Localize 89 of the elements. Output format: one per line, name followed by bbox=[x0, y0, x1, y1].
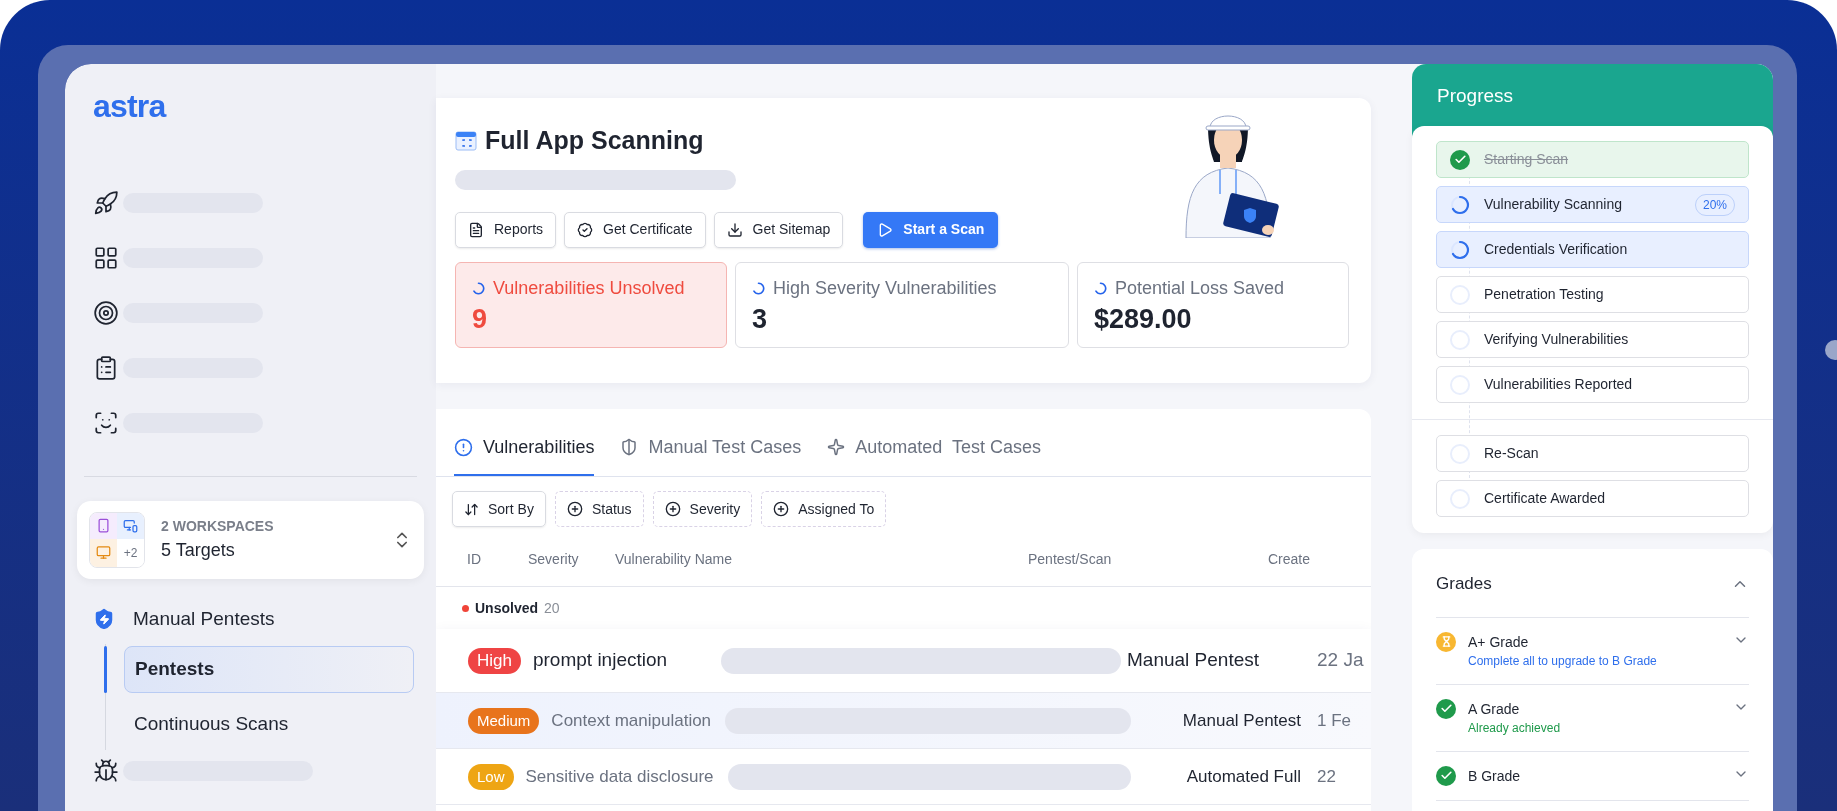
column-header: Pentest/Scan bbox=[1028, 550, 1113, 569]
page-title: Full App Scanning bbox=[485, 125, 704, 156]
panel-title: Progress bbox=[1437, 85, 1514, 106]
grade-item[interactable]: A Grade Already achieved bbox=[1436, 684, 1749, 752]
severity-badge: High bbox=[468, 647, 521, 674]
stat-value: 9 bbox=[472, 302, 489, 336]
workspace-selector[interactable]: +2 2 WORKSPACES 5 Targets bbox=[77, 501, 424, 579]
grade-note: Complete all to upgrade to B Grade bbox=[1468, 652, 1658, 670]
severity-badge: Low bbox=[468, 763, 514, 790]
grade-label: B Grade bbox=[1468, 766, 1522, 786]
sort-button[interactable]: Sort By bbox=[452, 491, 546, 527]
group-count: 20 bbox=[544, 598, 560, 618]
column-header: Vulnerability Name bbox=[615, 550, 733, 569]
badge-check-icon bbox=[577, 221, 594, 238]
tab[interactable]: Manual Test Cases bbox=[620, 430, 802, 476]
phone-icon bbox=[96, 518, 111, 534]
filter-chip[interactable]: Severity bbox=[652, 491, 753, 527]
step-label: Verifying Vulnerabilities bbox=[1484, 330, 1629, 349]
nav-section[interactable]: Manual Pentests bbox=[133, 605, 275, 634]
stat-value: $289.00 bbox=[1094, 302, 1193, 336]
filter-chip[interactable]: Assigned To bbox=[761, 491, 887, 527]
sort-icon bbox=[464, 501, 479, 517]
tab[interactable]: Vulnerabilities bbox=[454, 430, 595, 476]
add-icon bbox=[566, 501, 583, 517]
nav-item[interactable]: Pentests bbox=[124, 645, 414, 693]
panel-title: Grades bbox=[1436, 573, 1492, 595]
grade-item[interactable]: A+ Grade Complete all to upgrade to B Grade bbox=[1436, 617, 1749, 685]
date-cell-text: 22 Ja bbox=[1317, 648, 1365, 673]
rocket-icon[interactable] bbox=[93, 190, 119, 216]
targets-label: 5 Targets bbox=[161, 539, 236, 562]
action-button[interactable]: Get Certificate bbox=[564, 211, 706, 248]
column-header: Create bbox=[1268, 550, 1311, 569]
document-icon bbox=[468, 221, 484, 238]
monitor-icon bbox=[96, 545, 111, 561]
grade-label: A+ Grade bbox=[1468, 632, 1530, 652]
play-icon bbox=[877, 221, 894, 238]
pentest-cell-text: Manual Pentest bbox=[1127, 648, 1261, 673]
logo: astra bbox=[92, 87, 168, 126]
stat-label: High Severity Vulnerabilities bbox=[773, 276, 997, 300]
stat-value: 3 bbox=[752, 302, 769, 336]
stat-label: Potential Loss Saved bbox=[1115, 276, 1285, 300]
start-scan-button[interactable]: Start a Scan bbox=[863, 211, 999, 248]
group-label: Unsolved bbox=[475, 598, 538, 618]
target-icon[interactable] bbox=[93, 300, 119, 326]
grade-label: A Grade bbox=[1468, 699, 1521, 719]
filter-chip[interactable]: Status bbox=[554, 491, 644, 527]
grid-icon[interactable] bbox=[93, 245, 119, 271]
action-button[interactable]: Get Sitemap bbox=[713, 211, 844, 248]
stat-label: Vulnerabilities Unsolved bbox=[493, 276, 685, 300]
step-label: Starting Scan bbox=[1484, 150, 1569, 169]
pentest-cell-text: Manual Pentest bbox=[1181, 709, 1302, 732]
step-label: Re-Scan bbox=[1484, 444, 1539, 463]
pentest-cell-text: Automated Full bbox=[1185, 765, 1302, 788]
table-row[interactable]: Medium Context manipulation Manual Pentest 1 Fe bbox=[436, 693, 1371, 749]
spinner-icon bbox=[752, 281, 765, 295]
step-label: Certificate Awarded bbox=[1484, 489, 1606, 508]
spinner-icon bbox=[1094, 281, 1107, 295]
step-label: Vulnerabilities Reported bbox=[1484, 375, 1633, 394]
document-icon[interactable] bbox=[93, 355, 119, 381]
vulnerability-name: prompt injection bbox=[532, 648, 669, 673]
grade-item[interactable]: B Grade bbox=[1436, 751, 1749, 801]
step-label: Vulnerability Scanning bbox=[1484, 195, 1622, 214]
add-icon bbox=[773, 501, 790, 517]
browser-scan-icon bbox=[455, 129, 477, 152]
add-icon bbox=[664, 501, 681, 517]
download-icon bbox=[726, 221, 743, 238]
shield-icon bbox=[620, 438, 639, 456]
bug-icon[interactable] bbox=[93, 757, 119, 784]
table-row[interactable]: High prompt injection Manual Pentest 22 Ja bbox=[436, 629, 1371, 693]
severity-badge: Medium bbox=[468, 707, 540, 734]
action-button[interactable]: Reports bbox=[455, 211, 557, 248]
step-label: Penetration Testing bbox=[1484, 285, 1604, 304]
shield-icon bbox=[93, 607, 115, 632]
step-label: Credentials Verification bbox=[1484, 240, 1628, 259]
vulnerability-name: Context manipulation bbox=[551, 709, 712, 732]
tab[interactable]: Automated Test Cases bbox=[827, 430, 1041, 476]
date-cell-text: 1 Fe bbox=[1317, 709, 1353, 732]
grade-note: Already achieved bbox=[1468, 719, 1562, 737]
devices-icon bbox=[123, 518, 138, 534]
column-header: Severity bbox=[528, 550, 580, 569]
workspace-count: 2 WORKSPACES bbox=[161, 517, 274, 536]
scan-icon[interactable] bbox=[93, 410, 119, 436]
date-cell-text: 22 bbox=[1317, 765, 1337, 788]
vulnerability-name: Sensitive data disclosure bbox=[525, 765, 714, 788]
column-header: ID bbox=[467, 550, 482, 569]
sparkle-icon bbox=[827, 438, 846, 456]
spinner-icon bbox=[472, 281, 485, 295]
nav-item[interactable]: Continuous Scans bbox=[124, 700, 414, 748]
alert-icon bbox=[454, 437, 473, 457]
